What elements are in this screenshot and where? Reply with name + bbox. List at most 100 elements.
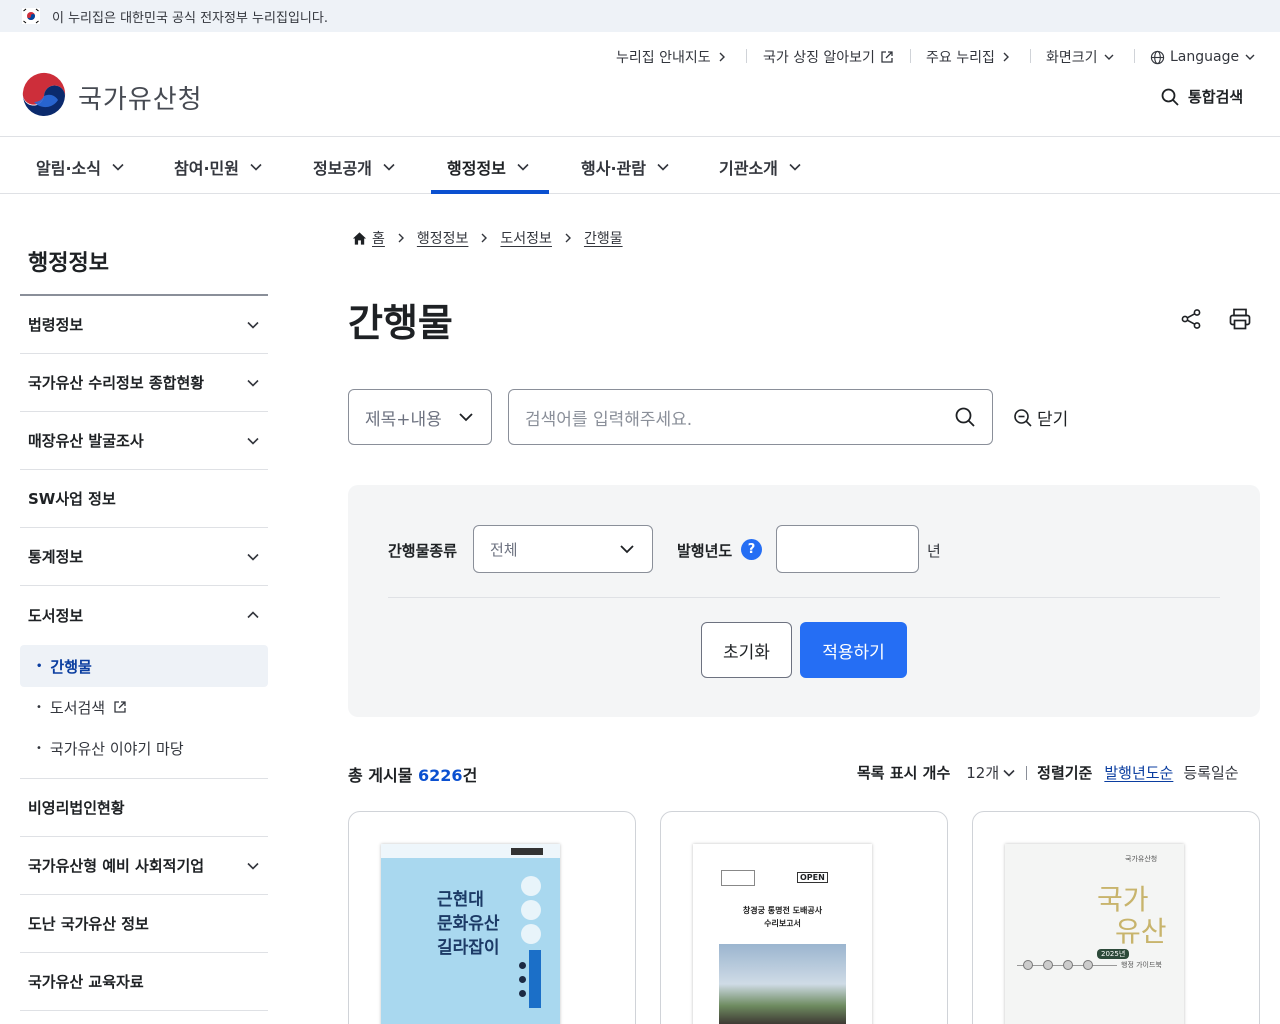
apply-button[interactable]: 적용하기 <box>800 622 907 678</box>
type-label: 간행물종류 <box>388 542 458 560</box>
divider <box>910 49 911 63</box>
chevron-down-icon <box>459 413 473 422</box>
book-cover: OPEN 창경궁 통명전 도배공사 수리보고서 <box>693 844 872 1024</box>
search-icon[interactable] <box>954 406 976 428</box>
year-unit: 년 <box>927 542 941 560</box>
chevron-down-icon <box>247 379 259 387</box>
chevron-right-icon <box>481 233 488 243</box>
list-options: 목록 표시 개수 12개 정렬기준 발행년도순 등록일순 <box>857 762 1239 783</box>
search-scope-select[interactable]: 제목+내용 <box>348 389 492 445</box>
sidebar-item-sw[interactable]: SW사업 정보 <box>20 470 268 528</box>
print-icon[interactable] <box>1228 307 1252 331</box>
chevron-down-icon <box>1245 54 1255 60</box>
per-page-select[interactable]: 12개 <box>966 762 1016 783</box>
chevron-down-icon <box>112 163 124 171</box>
gov-banner: 이 누리집은 대한민국 공식 전자정부 누리집입니다. <box>0 0 1280 32</box>
breadcrumb: 홈 행정정보 도서정보 간행물 <box>352 228 623 248</box>
gnb-item-participation[interactable]: 참여·민원 <box>174 155 263 179</box>
breadcrumb-admin[interactable]: 행정정보 <box>417 228 469 248</box>
chevron-down-icon <box>383 163 395 171</box>
chevron-right-icon <box>398 233 404 243</box>
divider <box>0 136 1280 137</box>
gnb-active-indicator <box>431 190 549 194</box>
gnb-item-disclosure[interactable]: 정보공개 <box>313 155 396 179</box>
book-cover: 근현대 문화유산 길라잡이 <box>381 844 560 1024</box>
home-icon <box>352 231 367 245</box>
sidebar-item-excavation[interactable]: 매장유산 발굴조사 <box>20 412 268 470</box>
language-dropdown[interactable]: Language <box>1150 47 1256 67</box>
gnb-item-admin[interactable]: 행정정보 <box>447 155 530 179</box>
divider <box>746 49 747 63</box>
sidebar-item-law[interactable]: 법령정보 <box>20 296 268 354</box>
sort-by-registered[interactable]: 등록일순 <box>1183 762 1238 783</box>
sort-by-year[interactable]: 발행년도순 <box>1104 762 1173 783</box>
book-cover: 국가유산청 국가 유산 2025년 행정 가이드북 <box>1005 844 1184 1024</box>
publication-type-select[interactable]: 전체 <box>473 525 653 573</box>
search-input[interactable]: 검색어를 입력해주세요. <box>508 389 993 445</box>
search-icon <box>1161 88 1179 106</box>
sidebar-sub-story[interactable]: • 국가유산 이야기 마당 <box>20 728 268 768</box>
sidebar-title: 행정정보 <box>28 251 109 276</box>
gnb-item-events[interactable]: 행사·관람 <box>581 155 670 179</box>
government-logo-icon[interactable] <box>20 72 68 120</box>
zoom-dropdown[interactable]: 화면크기 <box>1046 47 1115 67</box>
zoom-out-icon <box>1014 408 1032 427</box>
divider <box>0 193 1280 194</box>
gov-banner-text: 이 누리집은 대한민국 공식 전자정부 누리집입니다. <box>52 11 328 26</box>
korea-flag-icon <box>22 8 40 24</box>
chevron-down-icon <box>620 545 634 554</box>
chevron-right-icon <box>719 52 725 62</box>
filter-panel <box>348 485 1260 717</box>
divider <box>1030 49 1031 63</box>
chevron-down-icon <box>250 163 262 171</box>
divider <box>1026 765 1028 780</box>
unified-search-button[interactable]: 통합검색 <box>1160 86 1243 107</box>
publication-card[interactable]: 근현대 문화유산 길라잡이 <box>348 811 636 1024</box>
chevron-up-icon <box>247 611 259 619</box>
chevron-down-icon <box>247 321 259 329</box>
sidebar-sub-book-search[interactable]: • 도서검색 <box>20 687 268 727</box>
external-link-icon <box>881 51 893 63</box>
major-sites-link[interactable]: 주요 누리집 <box>926 47 1012 67</box>
publication-card[interactable]: OPEN 창경궁 통명전 도배공사 수리보고서 <box>660 811 948 1024</box>
sidebar-item-stolen[interactable]: 도난 국가유산 정보 <box>20 895 268 953</box>
chevron-down-icon <box>1003 769 1015 777</box>
symbols-link[interactable]: 국가 상징 알아보기 <box>763 47 894 67</box>
chevron-down-icon <box>247 862 259 870</box>
divider <box>388 597 1220 598</box>
chevron-down-icon <box>517 163 529 171</box>
reset-button[interactable]: 초기화 <box>701 622 792 678</box>
year-input[interactable] <box>776 525 919 573</box>
gnb-item-news[interactable]: 알림·소식 <box>36 155 125 179</box>
total-count: 총 게시물 6226건 <box>348 766 478 785</box>
globe-icon <box>1150 50 1165 64</box>
divider <box>1134 49 1135 63</box>
sidebar-item-social-enterprise[interactable]: 국가유산형 예비 사회적기업 <box>20 837 268 895</box>
share-icon[interactable] <box>1180 308 1202 330</box>
close-filter-button[interactable]: 닫기 <box>1013 405 1068 430</box>
chevron-down-icon <box>789 163 801 171</box>
chevron-right-icon <box>565 233 571 243</box>
sidebar-item-books[interactable]: 도서정보 <box>20 586 268 644</box>
gnb-item-about[interactable]: 기관소개 <box>719 155 802 179</box>
breadcrumb-current[interactable]: 간행물 <box>584 228 623 248</box>
sidebar-item-stats[interactable]: 통계정보 <box>20 528 268 586</box>
breadcrumb-home[interactable]: 홈 <box>372 228 385 248</box>
help-icon[interactable]: ? <box>741 539 762 560</box>
sidebar-item-nonprofit[interactable]: 비영리법인현황 <box>20 779 268 837</box>
chevron-down-icon <box>1104 54 1114 60</box>
sidebar-item-repair[interactable]: 국가유산 수리정보 종합현황 <box>20 354 268 412</box>
breadcrumb-books[interactable]: 도서정보 <box>500 228 552 248</box>
chevron-right-icon <box>1003 52 1009 62</box>
chevron-down-icon <box>657 163 669 171</box>
chevron-down-icon <box>247 553 259 561</box>
sidebar-item-education[interactable]: 국가유산 교육자료 <box>20 953 268 1011</box>
external-link-icon <box>114 701 126 713</box>
page-title: 간행물 <box>348 301 453 345</box>
sitemap-link[interactable]: 누리집 안내지도 <box>616 47 728 67</box>
org-name[interactable]: 국가유산청 <box>78 79 203 116</box>
year-label: 발행년도 <box>677 542 733 560</box>
sidebar-sub-publications[interactable]: • 간행물 <box>20 645 268 687</box>
chevron-down-icon <box>247 437 259 445</box>
publication-card[interactable]: 국가유산청 국가 유산 2025년 행정 가이드북 <box>972 811 1260 1024</box>
